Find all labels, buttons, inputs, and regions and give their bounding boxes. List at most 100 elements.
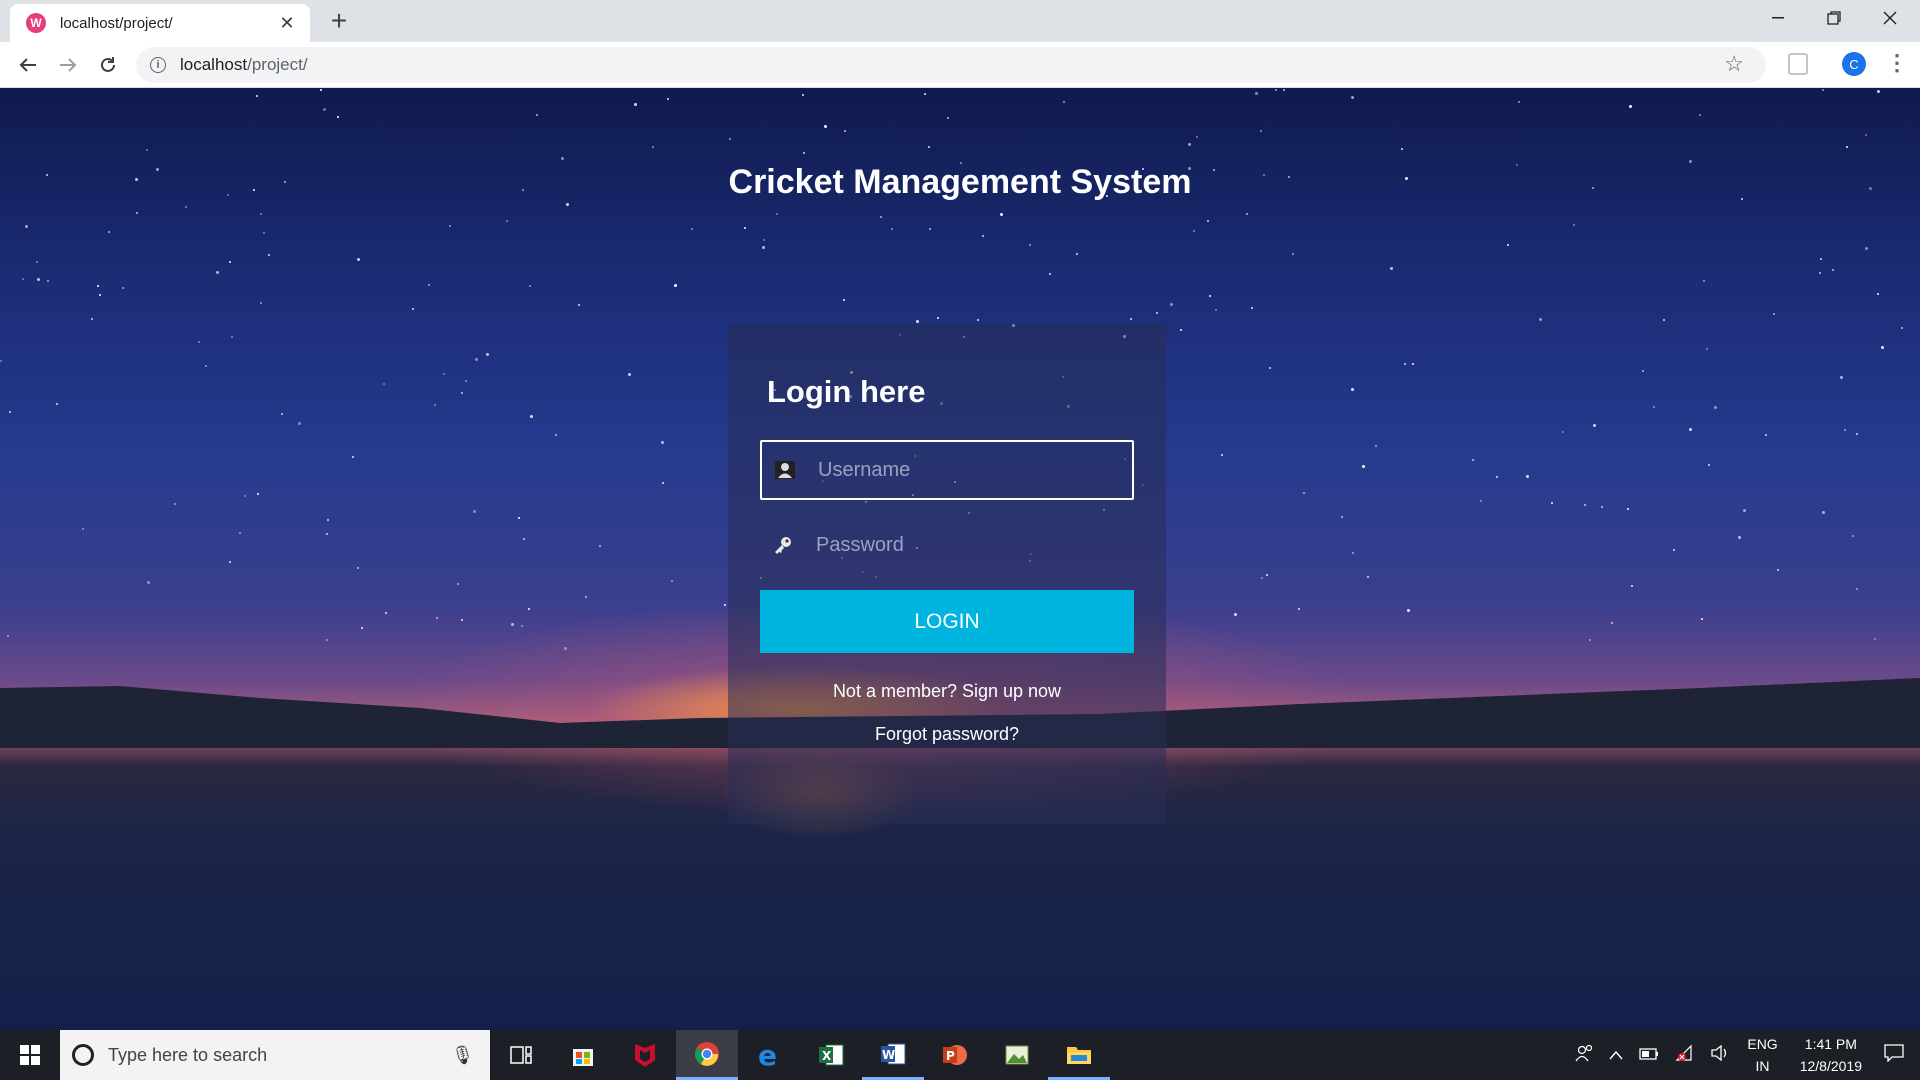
star xyxy=(1881,346,1884,349)
signup-link[interactable]: Not a member? Sign up now xyxy=(728,681,1166,702)
minimize-icon xyxy=(1772,17,1784,19)
mcafee-icon[interactable] xyxy=(614,1030,676,1080)
star xyxy=(185,206,187,208)
back-button[interactable] xyxy=(14,51,42,79)
svg-text:W: W xyxy=(882,1048,895,1062)
favicon-icon: W xyxy=(26,13,46,33)
star xyxy=(1507,244,1509,246)
language-code: ENG xyxy=(1747,1036,1778,1052)
star xyxy=(803,152,805,154)
forward-button[interactable] xyxy=(54,51,82,79)
language-indicator[interactable]: ENG IN xyxy=(1747,1033,1777,1077)
close-tab-icon[interactable]: ✕ xyxy=(276,13,298,34)
word-icon[interactable]: W xyxy=(862,1030,924,1080)
profile-avatar[interactable]: C xyxy=(1842,52,1866,76)
star xyxy=(1629,105,1632,108)
extension-icon[interactable] xyxy=(1788,53,1808,75)
network-disconnected-icon[interactable] xyxy=(1675,1044,1695,1066)
clock[interactable]: 1:41 PM 12/8/2019 xyxy=(1800,1033,1862,1077)
star xyxy=(1526,475,1529,478)
star xyxy=(146,149,148,151)
username-field[interactable] xyxy=(760,440,1134,500)
people-icon[interactable] xyxy=(1575,1044,1593,1066)
star xyxy=(205,365,207,367)
browser-menu-icon[interactable]: ⋮ xyxy=(1886,50,1908,76)
cortana-icon xyxy=(72,1044,94,1066)
forgot-password-link[interactable]: Forgot password? xyxy=(728,724,1166,745)
star xyxy=(1703,280,1705,282)
star xyxy=(1076,253,1078,255)
store-icon[interactable] xyxy=(552,1030,614,1080)
username-input[interactable] xyxy=(818,458,1118,482)
star xyxy=(198,341,200,343)
address-bar[interactable]: i localhost/project/ ☆ xyxy=(136,47,1766,83)
notifications-icon[interactable] xyxy=(1884,1044,1904,1066)
close-window-button[interactable] xyxy=(1862,0,1918,36)
chevron-up-icon[interactable] xyxy=(1609,1047,1623,1064)
powerpoint-icon[interactable]: P xyxy=(924,1030,986,1080)
battery-icon[interactable] xyxy=(1639,1047,1659,1064)
star xyxy=(1221,454,1223,456)
star xyxy=(982,235,984,237)
star xyxy=(1063,101,1065,103)
star xyxy=(1260,130,1262,132)
star xyxy=(1341,516,1343,518)
star xyxy=(428,284,430,286)
star xyxy=(0,360,2,362)
star xyxy=(281,413,283,415)
volume-icon[interactable] xyxy=(1711,1044,1731,1065)
bookmark-star-icon[interactable]: ☆ xyxy=(1724,51,1744,77)
star xyxy=(599,545,601,547)
star xyxy=(326,639,328,641)
new-tab-button[interactable]: + xyxy=(324,6,354,36)
minimize-button[interactable] xyxy=(1750,0,1806,36)
file-explorer-icon[interactable] xyxy=(1048,1030,1110,1080)
microphone-icon[interactable]: 🎙 xyxy=(451,1045,474,1066)
task-view-icon[interactable] xyxy=(490,1030,552,1080)
star xyxy=(36,261,38,263)
star xyxy=(1877,293,1879,295)
star xyxy=(891,228,893,230)
star xyxy=(916,320,919,323)
star xyxy=(1840,376,1843,379)
star xyxy=(320,89,322,91)
star xyxy=(662,482,664,484)
site-info-icon[interactable]: i xyxy=(150,57,166,73)
login-button[interactable]: LOGIN xyxy=(760,590,1134,653)
star xyxy=(724,604,726,606)
password-field[interactable] xyxy=(760,515,1134,575)
star xyxy=(1000,213,1003,216)
star xyxy=(1846,146,1848,148)
star xyxy=(977,319,979,321)
browser-toolbar: i localhost/project/ ☆ C ⋮ xyxy=(0,42,1920,88)
star xyxy=(947,117,949,119)
star xyxy=(1362,465,1365,468)
star xyxy=(521,625,523,627)
browser-tab[interactable]: W localhost/project/ ✕ xyxy=(10,4,310,42)
star xyxy=(1496,476,1498,478)
star xyxy=(352,456,354,458)
edge-icon[interactable]: e xyxy=(738,1030,800,1080)
reload-button[interactable] xyxy=(94,51,122,79)
page-viewport: Cricket Management System Login here LOG… xyxy=(0,88,1920,1030)
chrome-icon[interactable] xyxy=(676,1030,738,1080)
star xyxy=(628,373,631,376)
star xyxy=(652,146,654,148)
star xyxy=(691,228,693,230)
photos-icon[interactable] xyxy=(986,1030,1048,1080)
start-button[interactable] xyxy=(0,1030,60,1080)
star xyxy=(434,404,436,406)
password-input[interactable] xyxy=(816,533,1116,557)
star xyxy=(674,284,677,287)
star xyxy=(122,287,124,289)
star xyxy=(802,94,804,96)
restore-button[interactable] xyxy=(1806,0,1862,36)
star xyxy=(457,583,459,585)
star xyxy=(536,114,538,116)
excel-icon[interactable]: X xyxy=(800,1030,862,1080)
star xyxy=(518,517,520,519)
star xyxy=(357,567,359,569)
star xyxy=(1573,224,1575,226)
star xyxy=(937,317,939,319)
taskbar-search[interactable]: Type here to search 🎙 xyxy=(60,1030,490,1080)
